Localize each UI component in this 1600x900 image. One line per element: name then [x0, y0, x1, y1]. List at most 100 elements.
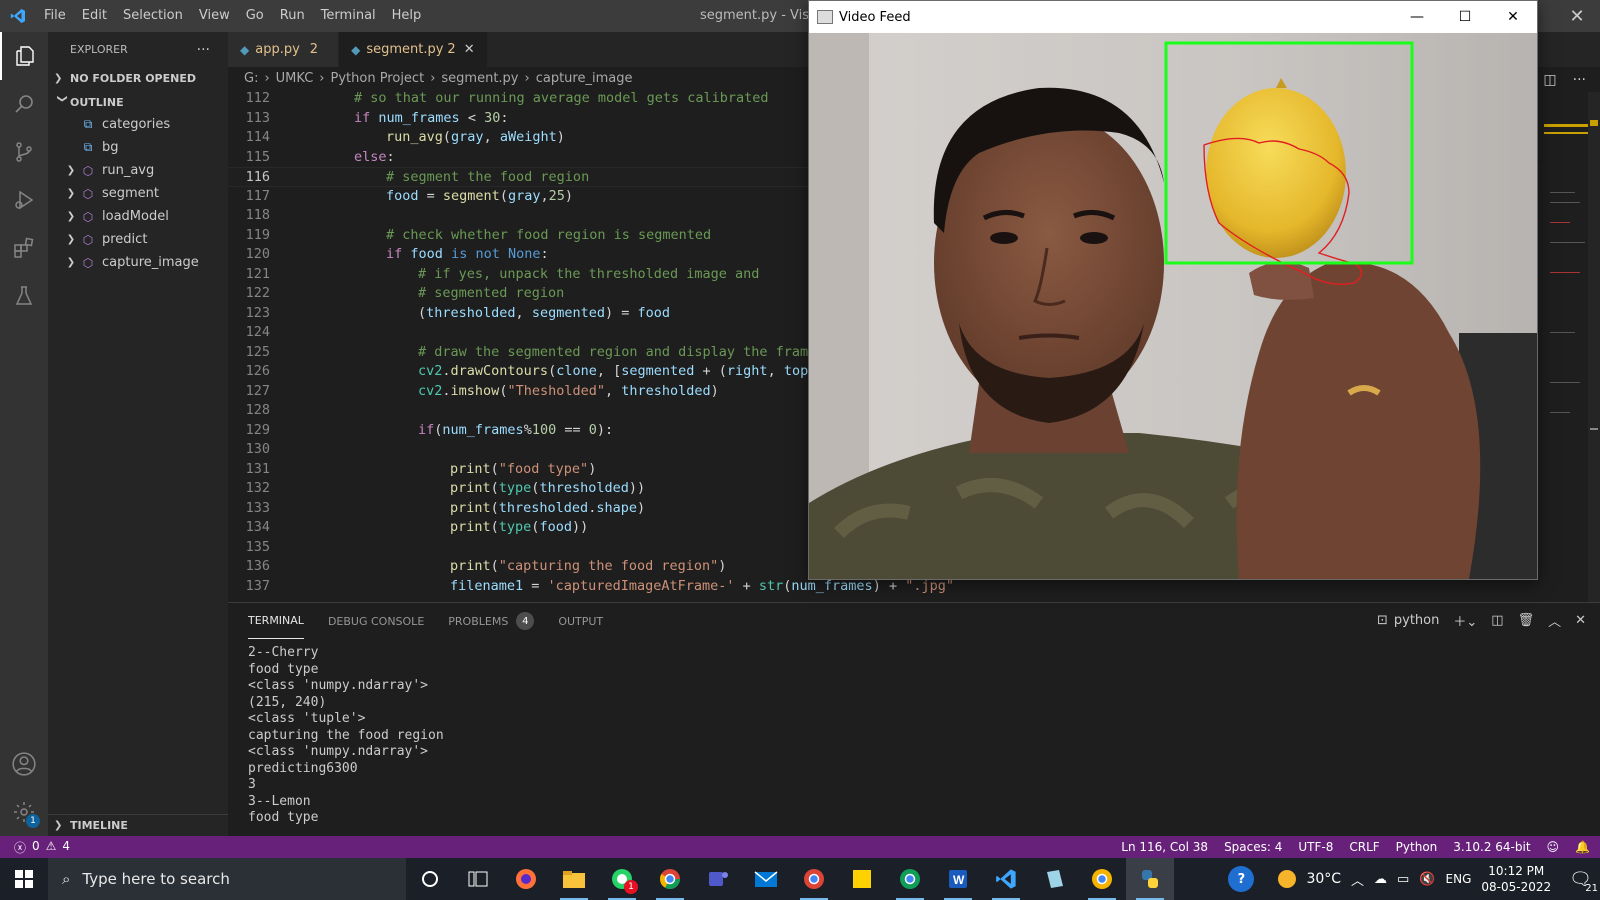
function-symbol-icon: ⬡ — [82, 163, 94, 178]
no-folder-section[interactable]: ❯ NO FOLDER OPENED — [48, 67, 228, 89]
indentation[interactable]: Spaces: 4 — [1224, 840, 1282, 854]
outline-item-bg[interactable]: ⧉ bg — [48, 136, 228, 159]
feedback-icon[interactable]: ☺ — [1547, 840, 1560, 854]
onedrive-icon[interactable]: ☁ — [1374, 872, 1387, 887]
outline-item-run-avg[interactable]: ❯ ⬡ run_avg — [48, 159, 228, 182]
input-language[interactable]: ENG — [1446, 872, 1472, 886]
tab-segment-py[interactable]: ◆ segment.py 2 ✕ — [339, 32, 488, 67]
minimize-icon[interactable]: — — [1393, 1, 1441, 33]
help-icon[interactable]: ? — [1228, 866, 1255, 892]
explorer-icon[interactable] — [0, 32, 48, 80]
task-view-icon[interactable] — [454, 858, 502, 900]
close-icon[interactable]: ✕ — [1489, 1, 1537, 33]
notifications-bell-icon[interactable]: 🔔 — [1575, 840, 1590, 854]
source-control-icon[interactable] — [0, 128, 48, 176]
cursor-position[interactable]: Ln 116, Col 38 — [1121, 840, 1208, 854]
terminal-output[interactable]: 2--Cherry food type <class 'numpy.ndarray'… — [228, 639, 1600, 827]
chrome-profile-3-icon[interactable] — [1078, 858, 1126, 900]
video-feed-window[interactable]: Video Feed — ☐ ✕ — [808, 0, 1538, 580]
tab-problems[interactable]: PROBLEMS 4 — [448, 603, 535, 639]
menu-view[interactable]: View — [191, 0, 238, 32]
encoding[interactable]: UTF-8 — [1298, 840, 1333, 854]
firefox-icon[interactable] — [502, 858, 550, 900]
sticky-notes-icon[interactable] — [838, 858, 886, 900]
tab-debug-console[interactable]: DEBUG CONSOLE — [328, 603, 424, 639]
menu-terminal[interactable]: Terminal — [313, 0, 384, 32]
show-hidden-icons-icon[interactable]: ︿ — [1351, 870, 1364, 889]
tab-terminal[interactable]: TERMINAL — [248, 603, 304, 639]
tab-app-py[interactable]: ◆ app.py 2 — [228, 32, 340, 67]
line-source: print("capturing the food region") — [450, 558, 727, 574]
action-center-icon[interactable]: 🗨 21 — [1569, 869, 1598, 894]
function-symbol-icon: ⬡ — [82, 255, 94, 270]
close-panel-icon[interactable]: ✕ — [1575, 613, 1586, 628]
run-debug-icon[interactable] — [0, 176, 48, 224]
python-taskbar-icon[interactable] — [1126, 858, 1174, 900]
breadcrumb-item[interactable]: segment.py — [441, 71, 518, 86]
terminal-shell-selector[interactable]: ⊡ python — [1377, 613, 1439, 628]
settings-gear-icon[interactable]: 1 — [0, 788, 48, 836]
windows-start-icon[interactable] — [0, 858, 48, 900]
cortana-icon[interactable] — [406, 858, 454, 900]
close-window-icon[interactable]: ✕ — [1554, 0, 1600, 32]
search-icon[interactable] — [0, 80, 48, 128]
battery-icon[interactable]: ▭ — [1397, 872, 1409, 887]
terminal-line: food type — [248, 810, 319, 825]
menu-selection[interactable]: Selection — [115, 0, 191, 32]
outline-item-predict[interactable]: ❯ ⬡ predict — [48, 228, 228, 251]
vscode-taskbar-icon[interactable] — [982, 858, 1030, 900]
temperature[interactable]: 30°C — [1306, 871, 1341, 887]
new-terminal-icon[interactable]: ＋⌄ — [1453, 611, 1477, 630]
line-number: 128 — [245, 402, 270, 418]
menu-run[interactable]: Run — [272, 0, 313, 32]
whatsapp-icon[interactable]: 1 — [598, 858, 646, 900]
breadcrumb-item[interactable]: capture_image — [536, 71, 633, 86]
tab-output[interactable]: OUTPUT — [558, 603, 603, 639]
chrome-profile-icon[interactable] — [790, 858, 838, 900]
outline-section[interactable]: ❯ OUTLINE — [48, 91, 228, 113]
weather-icon[interactable] — [1278, 870, 1297, 888]
language-mode[interactable]: Python — [1396, 840, 1438, 854]
notepad-icon[interactable] — [1030, 858, 1078, 900]
maximize-panel-icon[interactable]: ︿ — [1548, 611, 1561, 630]
minimap[interactable] — [1540, 92, 1600, 632]
file-explorer-icon[interactable] — [550, 858, 598, 900]
python-interpreter[interactable]: 3.10.2 64-bit — [1453, 840, 1530, 854]
outline-item-categories[interactable]: ⧉ categories — [48, 113, 228, 136]
line-endings[interactable]: CRLF — [1349, 840, 1379, 854]
teams-icon[interactable] — [694, 858, 742, 900]
outline-item-capture-image[interactable]: ❯ ⬡ capture_image — [48, 251, 228, 274]
menu-file[interactable]: File — [36, 0, 74, 32]
split-terminal-icon[interactable]: ◫ — [1491, 613, 1503, 628]
chrome-profile-2-icon[interactable] — [886, 858, 934, 900]
line-source: else: — [354, 148, 395, 165]
mail-icon[interactable] — [742, 858, 790, 900]
problems-status[interactable]: ⓧ 0 ⚠ 4 — [0, 839, 70, 856]
close-tab-icon[interactable]: ✕ — [464, 42, 475, 57]
volume-muted-icon[interactable]: 🔇 — [1419, 872, 1435, 887]
trash-icon[interactable]: 🗑 — [1518, 613, 1535, 628]
account-icon[interactable] — [0, 740, 48, 788]
outline-item-segment[interactable]: ❯ ⬡ segment — [48, 182, 228, 205]
line-number: 123 — [245, 304, 270, 321]
menu-edit[interactable]: Edit — [74, 0, 115, 32]
split-editor-icon[interactable]: ◫ — [1543, 72, 1556, 88]
testing-icon[interactable] — [0, 272, 48, 320]
breadcrumb-item[interactable]: Python Project — [331, 71, 425, 86]
more-actions-icon[interactable]: ··· — [197, 42, 210, 58]
breadcrumb-item[interactable]: G: — [244, 71, 258, 86]
line-number: 125 — [245, 343, 270, 360]
clock[interactable]: 10:12 PM 08-05-2022 — [1481, 863, 1551, 895]
menu-help[interactable]: Help — [384, 0, 430, 32]
taskbar-search-input[interactable]: ⌕ Type here to search — [48, 858, 406, 900]
breadcrumb-item[interactable]: UMKC — [276, 71, 314, 86]
outline-item-loadmodel[interactable]: ❯ ⬡ loadModel — [48, 205, 228, 228]
menu-go[interactable]: Go — [238, 0, 272, 32]
maximize-icon[interactable]: ☐ — [1441, 1, 1489, 33]
extensions-icon[interactable] — [0, 224, 48, 272]
breadcrumb-separator-icon: › — [264, 70, 270, 86]
more-actions-icon[interactable]: ··· — [1573, 72, 1586, 88]
chrome-icon[interactable] — [646, 858, 694, 900]
word-icon[interactable]: W — [934, 858, 982, 900]
timeline-section[interactable]: ❯ TIMELINE — [48, 814, 228, 836]
